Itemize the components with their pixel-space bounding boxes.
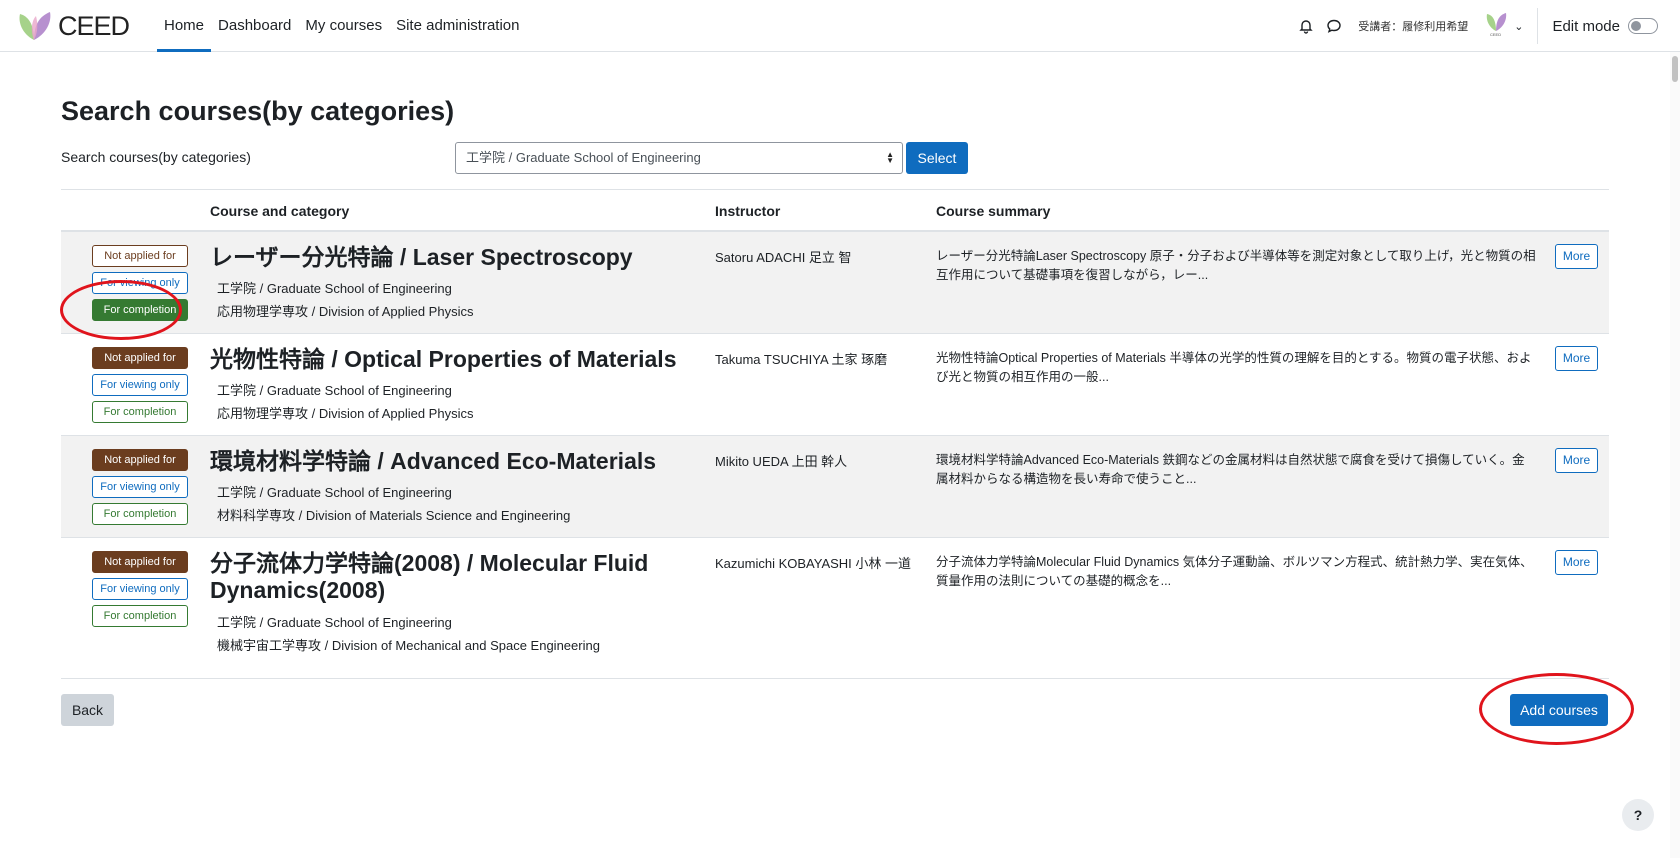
- header-instructor: Instructor: [715, 203, 781, 219]
- table-row: Not applied for For viewing only For com…: [61, 334, 1609, 436]
- edit-mode-label: Edit mode: [1552, 17, 1620, 35]
- category-select[interactable]: 工学院 / Graduate School of Engineering ▲ ▼: [455, 142, 903, 174]
- nav-divider: [1537, 8, 1539, 44]
- top-navbar: CEED Home Dashboard My courses Site admi…: [0, 0, 1680, 52]
- back-button[interactable]: Back: [61, 694, 114, 726]
- course-summary: 環境材料学特論Advanced Eco-Materials 鉄鋼などの金属材料は…: [936, 453, 1525, 486]
- not-applied-badge[interactable]: Not applied for: [92, 449, 188, 471]
- messages-chat-icon[interactable]: [1320, 12, 1348, 40]
- course-summary: 光物性特論Optical Properties of Materials 半導体…: [936, 351, 1532, 384]
- svg-text:CEED: CEED: [1490, 32, 1501, 37]
- nav-my-courses[interactable]: My courses: [298, 0, 389, 52]
- help-button[interactable]: ?: [1622, 799, 1654, 831]
- enrolment-status-badges: Not applied for For viewing only For com…: [92, 347, 188, 428]
- course-school: 工学院 / Graduate School of Engineering: [217, 485, 452, 500]
- completion-badge[interactable]: For completion: [92, 605, 188, 627]
- more-button[interactable]: More: [1555, 244, 1598, 269]
- completion-badge[interactable]: For completion: [92, 299, 188, 321]
- table-row: Not applied for For viewing only For com…: [61, 436, 1609, 538]
- page-scrollbar[interactable]: [1670, 52, 1680, 858]
- edit-mode-toggle[interactable]: [1628, 18, 1658, 34]
- course-instructor: Mikito UEDA 上田 幹人: [715, 454, 848, 469]
- leaf-logo-icon: [16, 10, 56, 42]
- category-select-value: 工学院 / Graduate School of Engineering: [466, 150, 701, 165]
- avatar: CEED: [1484, 11, 1510, 42]
- completion-badge[interactable]: For completion: [92, 401, 188, 423]
- scrollbar-thumb[interactable]: [1672, 56, 1678, 82]
- course-division: 応用物理学専攻 / Division of Applied Physics: [217, 304, 474, 319]
- page-title: Search courses(by categories): [61, 96, 455, 126]
- courses-table: Course and category Instructor Course su…: [61, 189, 1609, 675]
- more-button[interactable]: More: [1555, 346, 1598, 371]
- category-search-label: Search courses(by categories): [61, 149, 251, 165]
- course-instructor: Satoru ADACHI 足立 智: [715, 250, 852, 265]
- course-school: 工学院 / Graduate School of Engineering: [217, 383, 452, 398]
- viewing-only-badge[interactable]: For viewing only: [92, 476, 188, 498]
- select-arrows-icon: ▲ ▼: [886, 150, 894, 165]
- viewing-only-badge[interactable]: For viewing only: [92, 374, 188, 396]
- not-applied-badge[interactable]: Not applied for: [92, 551, 188, 573]
- course-division: 応用物理学専攻 / Division of Applied Physics: [217, 406, 474, 421]
- course-school: 工学院 / Graduate School of Engineering: [217, 281, 452, 296]
- table-row: Not applied for For viewing only For com…: [61, 538, 1609, 675]
- course-title[interactable]: レーザー分光特論 / Laser Spectroscopy: [210, 244, 710, 271]
- header-course-and-category: Course and category: [210, 203, 350, 219]
- course-title[interactable]: 光物性特論 / Optical Properties of Materials: [210, 346, 710, 373]
- completion-badge[interactable]: For completion: [92, 503, 188, 525]
- chevron-down-icon: ⌄: [1514, 20, 1524, 33]
- course-division: 材料科学専攻 / Division of Materials Science a…: [217, 508, 571, 523]
- course-instructor: Kazumichi KOBAYASHI 小林 一道: [715, 556, 912, 571]
- logo-text: CEED: [58, 10, 130, 41]
- add-courses-button[interactable]: Add courses: [1510, 694, 1608, 726]
- enrolment-status-badges: Not applied for For viewing only For com…: [92, 245, 188, 326]
- viewing-only-badge[interactable]: For viewing only: [92, 578, 188, 600]
- not-applied-badge[interactable]: Not applied for: [92, 347, 188, 369]
- user-menu-toggle[interactable]: CEED ⌄: [1484, 11, 1523, 42]
- notifications-bell-icon[interactable]: [1292, 12, 1320, 40]
- course-summary: レーザー分光特論Laser Spectroscopy 原子・分子および半導体等を…: [936, 249, 1536, 282]
- user-role-label: 受講者：履修利用希望: [1358, 21, 1469, 33]
- user-navigation: 受講者：履修利用希望 CEED ⌄ Edit mode: [1292, 0, 1680, 52]
- table-header: Course and category Instructor Course su…: [61, 189, 1609, 232]
- more-button[interactable]: More: [1555, 550, 1598, 575]
- enrolment-status-badges: Not applied for For viewing only For com…: [92, 551, 188, 632]
- viewing-only-badge[interactable]: For viewing only: [92, 272, 188, 294]
- nav-home[interactable]: Home: [157, 0, 212, 52]
- course-instructor: Takuma TSUCHIYA 土家 琢磨: [715, 352, 888, 367]
- primary-navigation: Home Dashboard My courses Site administr…: [157, 0, 527, 52]
- course-division: 機械宇宙工学専攻 / Division of Mechanical and Sp…: [217, 638, 600, 653]
- course-title[interactable]: 環境材料学特論 / Advanced Eco-Materials: [210, 448, 710, 475]
- more-button[interactable]: More: [1555, 448, 1598, 473]
- select-button[interactable]: Select: [906, 142, 968, 174]
- edit-mode-switch[interactable]: Edit mode: [1552, 18, 1658, 35]
- table-bottom-divider: [61, 678, 1609, 679]
- course-title[interactable]: 分子流体力学特論(2008) / Molecular Fluid Dynamic…: [210, 550, 710, 604]
- enrolment-status-badges: Not applied for For viewing only For com…: [92, 449, 188, 530]
- site-logo[interactable]: CEED: [16, 10, 130, 42]
- not-applied-badge[interactable]: Not applied for: [92, 245, 188, 267]
- table-row: Not applied for For viewing only For com…: [61, 232, 1609, 334]
- course-summary: 分子流体力学特論Molecular Fluid Dynamics 気体分子運動論…: [936, 555, 1533, 588]
- header-course-summary: Course summary: [936, 203, 1051, 219]
- nav-site-administration[interactable]: Site administration: [389, 0, 526, 52]
- course-school: 工学院 / Graduate School of Engineering: [217, 615, 452, 630]
- nav-dashboard[interactable]: Dashboard: [211, 0, 298, 52]
